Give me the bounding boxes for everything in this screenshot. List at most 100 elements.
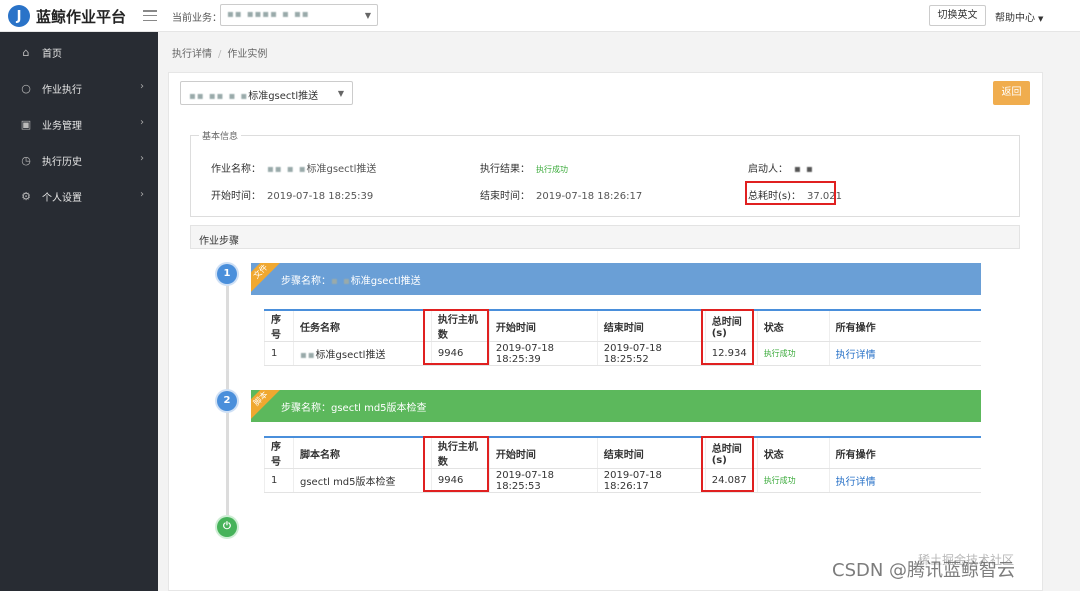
step-1-title-prefix: 步骤名称：	[281, 276, 331, 287]
column-header: 所有操作	[828, 310, 981, 342]
job-name-label: 作业名称：	[211, 164, 261, 175]
breadcrumb-item-execution-detail[interactable]: 执行详情	[172, 49, 212, 60]
total-time-value: 37.021	[807, 191, 843, 202]
step-2-title: gsectl md5版本检查	[331, 403, 427, 414]
cell-start: 2019-07-18 18:25:39	[488, 341, 598, 366]
app-logo[interactable]: J 蓝鲸作业平台	[8, 5, 126, 27]
clock-icon: ◷	[21, 153, 31, 167]
sidebar-item-label: 业务管理	[42, 120, 82, 132]
column-header: 总时间(s)	[704, 310, 758, 342]
power-icon: ⏻	[217, 517, 237, 537]
step-2-banner: 脚本 步骤名称：gsectl md5版本检查	[251, 390, 981, 422]
back-button[interactable]: 返回	[993, 81, 1030, 105]
chevron-right-icon: ›	[140, 81, 144, 92]
sidebar: ⌂ 首页 ○ 作业执行 › ▣ 业务管理 › ◷ 执行历史 › ⚙ 个人设置 ›	[0, 32, 158, 591]
caret-down-icon: ▼	[1038, 15, 1044, 23]
cell-total: 12.934	[704, 341, 758, 366]
top-bar: J 蓝鲸作业平台 当前业务： ▪︎▪ ▪▪▪▪ ▪ ▪▪ ▼ 切换英文 帮助中心…	[0, 0, 1080, 32]
result-value: 执行成功	[536, 165, 568, 174]
basic-info-legend: 基本信息	[199, 129, 242, 142]
column-header: 状态	[756, 310, 830, 342]
column-header: 所有操作	[828, 437, 981, 469]
starter-field: 启动人： ▪ ▪	[748, 160, 814, 175]
sidebar-item-label: 执行历史	[42, 156, 82, 168]
cell-name: ▪▪标准gsectl推送	[292, 341, 432, 366]
cell-start: 2019-07-18 18:25:53	[488, 468, 598, 493]
execution-detail-link[interactable]: 执行详情	[836, 477, 876, 488]
watermark: CSDN @腾讯蓝鲸智云	[832, 560, 1016, 581]
cell-name: gsectl md5版本检查	[292, 468, 432, 493]
column-header: 总时间(s)	[704, 437, 758, 469]
end-time-value: 2019-07-18 18:26:17	[536, 191, 643, 202]
briefcase-icon: ▣	[20, 117, 32, 131]
cell-total: 24.087	[704, 468, 758, 493]
sidebar-item-label: 个人设置	[42, 192, 82, 204]
cell-seq: 1	[264, 468, 294, 493]
gear-icon: ⚙	[21, 189, 31, 203]
column-header: 执行主机数	[430, 310, 490, 342]
end-time-label: 结束时间：	[480, 191, 530, 202]
column-header: 脚本名称	[292, 437, 432, 469]
business-label: 当前业务：	[172, 13, 222, 24]
step-select-redacted: ▪▪ ▪▪ ▪ ▪	[189, 91, 249, 102]
step-1-table: 序号 任务名称 执行主机数 开始时间 结束时间 总时间(s) 状态 所有操作 1…	[264, 309, 981, 366]
start-time-label: 开始时间：	[211, 191, 261, 202]
cell-status: 执行成功	[756, 341, 830, 366]
switch-language-button[interactable]: 切换英文	[929, 5, 986, 26]
job-name-field: 作业名称： ▪▪ ▪ ▪标准gsectl推送	[211, 160, 376, 175]
step-1-banner: 文件 步骤名称：▪ ▪标准gsectl推送	[251, 263, 981, 295]
help-center-label: 帮助中心	[995, 13, 1035, 24]
end-time-field: 结束时间： 2019-07-18 18:26:17	[480, 187, 642, 202]
starter-value: ▪ ▪	[794, 164, 814, 175]
sidebar-item-business-management[interactable]: ▣ 业务管理 ›	[0, 106, 158, 142]
step-2-type-ribbon: 脚本	[251, 390, 282, 420]
starter-label: 启动人：	[748, 164, 788, 175]
cell-status: 执行成功	[756, 468, 830, 493]
main-content: 执行详情 / 作业实例 ▪▪ ▪▪ ▪ ▪标准gsectl推送 ▼ 返回 基本信息 …	[158, 32, 1080, 591]
job-name-value: 标准gsectl推送	[306, 164, 377, 175]
cell-name-redacted: ▪▪	[299, 350, 316, 361]
cell-end: 2019-07-18 18:25:52	[596, 341, 706, 366]
execution-detail-link[interactable]: 执行详情	[836, 350, 876, 361]
column-header: 状态	[756, 437, 830, 469]
column-header: 序号	[264, 310, 294, 342]
sidebar-item-job-execution[interactable]: ○ 作业执行 ›	[0, 70, 158, 106]
result-label: 执行结果：	[480, 164, 530, 175]
step-1-type-ribbon: 文件	[251, 263, 282, 293]
cell-hosts: 9946	[430, 468, 490, 493]
table-header-row: 序号 脚本名称 执行主机数 开始时间 结束时间 总时间(s) 状态 所有操作	[264, 437, 981, 469]
sidebar-item-settings[interactable]: ⚙ 个人设置 ›	[0, 178, 158, 214]
table-row: 1 gsectl md5版本检查 9946 2019-07-18 18:25:5…	[264, 468, 981, 493]
sidebar-item-label: 作业执行	[42, 84, 82, 96]
step-2-node: 2	[217, 391, 237, 411]
sidebar-item-history[interactable]: ◷ 执行历史 ›	[0, 142, 158, 178]
step-select-value: 标准gsectl推送	[248, 91, 319, 102]
help-center-menu[interactable]: 帮助中心 ▼	[995, 9, 1043, 24]
column-header: 执行主机数	[430, 437, 490, 469]
sidebar-item-home[interactable]: ⌂ 首页	[0, 34, 158, 70]
sidebar-item-label: 首页	[42, 48, 62, 60]
step-2-table: 序号 脚本名称 执行主机数 开始时间 结束时间 总时间(s) 状态 所有操作 1…	[264, 436, 981, 493]
breadcrumb-item-job-instance: 作业实例	[227, 49, 268, 60]
table-row: 1 ▪▪标准gsectl推送 9946 2019-07-18 18:25:39 …	[264, 341, 981, 366]
cell-hosts: 9946	[430, 341, 490, 366]
table-header-row: 序号 任务名称 执行主机数 开始时间 结束时间 总时间(s) 状态 所有操作	[264, 310, 981, 342]
column-header: 开始时间	[488, 310, 598, 342]
step-1-title: 标准gsectl推送	[350, 276, 421, 287]
job-steps-header: 作业步骤	[190, 225, 1020, 249]
job-instance-panel: ▪▪ ▪▪ ▪ ▪标准gsectl推送 ▼ 返回 基本信息 作业名称： ▪▪ ▪ …	[168, 72, 1043, 591]
job-name-redacted: ▪▪ ▪ ▪	[267, 164, 307, 175]
total-time-field: 总耗时(s)： 37.021	[748, 187, 842, 202]
breadcrumb: 执行详情 / 作业实例	[172, 49, 268, 60]
step-select[interactable]: ▪▪ ▪▪ ▪ ▪标准gsectl推送 ▼	[180, 81, 353, 105]
column-header: 开始时间	[488, 437, 598, 469]
business-select[interactable]: ▪︎▪ ▪▪▪▪ ▪ ▪▪ ▼	[220, 4, 378, 26]
total-time-label: 总耗时(s)：	[748, 191, 802, 202]
business-value: ▪︎▪ ▪▪▪▪ ▪ ▪▪	[227, 9, 310, 20]
home-icon: ⌂	[22, 45, 30, 59]
circle-icon: ○	[21, 81, 31, 95]
cell-action: 执行详情	[828, 468, 981, 493]
column-header: 结束时间	[596, 310, 706, 342]
menu-toggle-icon[interactable]	[143, 10, 157, 21]
column-header: 任务名称	[292, 310, 432, 342]
